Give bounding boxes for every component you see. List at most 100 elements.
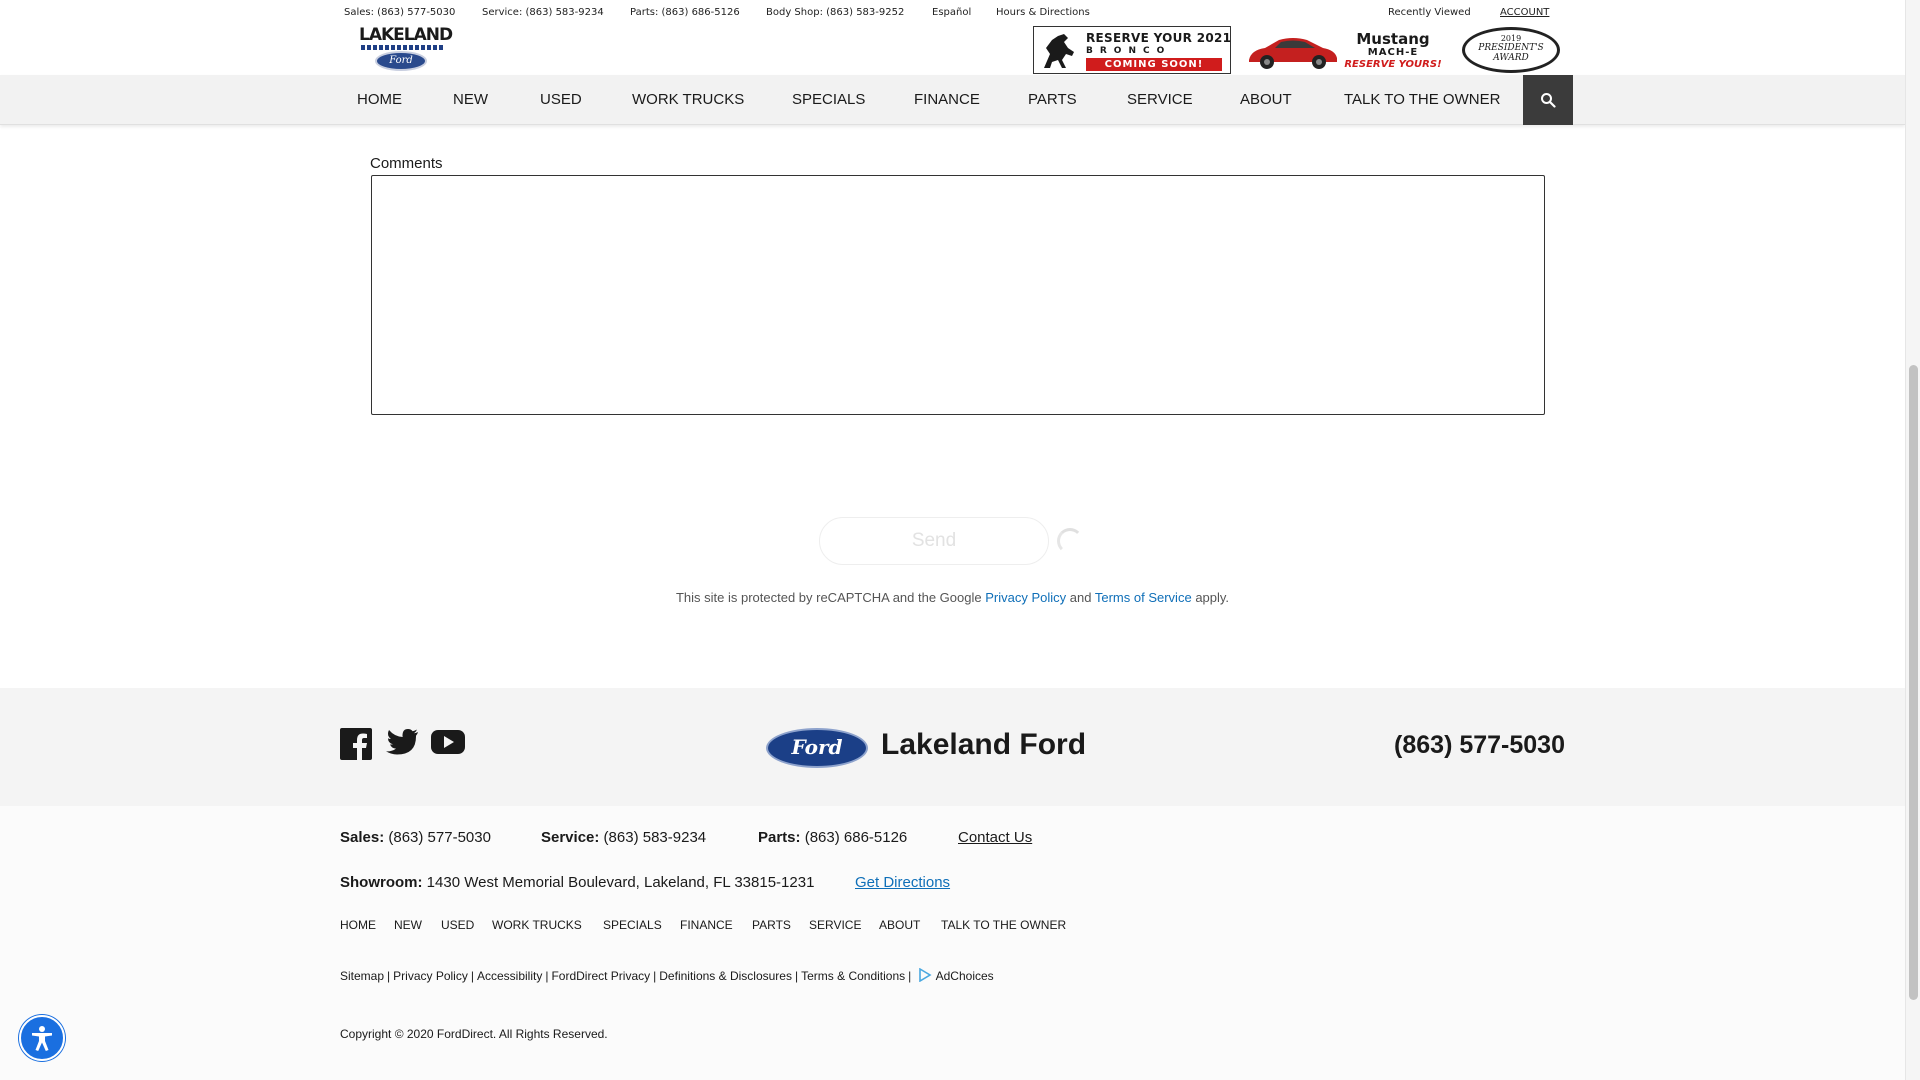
footer-sales-line[interactable]: Sales: (863) 577-5030 [340,829,491,846]
bronco-banner-line2: BRONCO [1086,46,1172,56]
nav-service[interactable]: SERVICE [1127,75,1193,125]
page-scrollbar[interactable] [1905,0,1920,1080]
comments-label: Comments [370,155,443,172]
account-link[interactable]: ACCOUNT [1500,7,1549,18]
footer-parts-phone[interactable]: (863) 686-5126 [805,829,908,846]
legal-separator: | [794,969,799,983]
footer-phone[interactable]: (863) 577-5030 [1394,731,1565,760]
legal-terms-link[interactable]: Terms & Conditions [801,969,905,983]
footer-showroom-label: Showroom: [340,874,423,891]
footer-service-label: Service: [541,829,600,846]
utility-hours-link[interactable]: Hours & Directions [996,7,1090,18]
footer-sales-phone[interactable]: (863) 577-5030 [388,829,491,846]
recaptcha-prefix: This site is protected by reCAPTCHA and … [675,590,982,605]
footer-ford-oval-logo: Ford [766,728,868,768]
footer-nav-talk-to-the-owner[interactable]: TALK TO THE OWNER [941,918,1066,932]
legal-separator: | [908,969,912,983]
nav-parts[interactable]: PARTS [1028,75,1077,125]
footer-nav-used[interactable]: USED [441,918,474,932]
accessibility-icon [32,1026,52,1051]
recaptcha-suffix: apply. [1195,590,1230,605]
bronco-banner[interactable]: RESERVE YOUR 2021 BRONCO COMING SOON! [1033,26,1231,74]
footer-nav-specials[interactable]: SPECIALS [603,918,662,932]
footer-nav-home[interactable]: HOME [340,918,376,932]
recaptcha-notice: This site is protected by reCAPTCHA and … [0,590,1905,605]
award-year: 2019 [1500,34,1522,43]
loading-spinner-icon [1057,528,1083,554]
footer-parts-label: Parts: [758,829,801,846]
footer-showroom-address: 1430 West Memorial Boulevard, Lakeland, … [426,874,815,891]
footer-nav-finance[interactable]: FINANCE [680,918,733,932]
utility-bar: Sales: (863) 577-5030 Service: (863) 583… [0,0,1905,25]
adchoices-link[interactable]: AdChoices [936,969,994,983]
legal-forddirect-privacy-link[interactable]: FordDirect Privacy [551,969,650,983]
recaptcha-and: and [1069,590,1092,605]
scrollbar-thumb[interactable] [1909,365,1918,1000]
legal-separator: | [470,969,474,983]
nav-about[interactable]: ABOUT [1240,75,1292,125]
nav-finance[interactable]: FINANCE [914,75,980,125]
adchoices-icon[interactable] [918,967,932,983]
award-line1: PRESIDENT'S [1478,43,1544,53]
bronco-banner-line3: COMING SOON! [1086,58,1222,71]
utility-sales-phone[interactable]: Sales: (863) 577-5030 [344,7,455,18]
search-button[interactable] [1523,75,1573,125]
nav-talk-to-the-owner[interactable]: TALK TO THE OWNER [1344,75,1500,125]
contact-us-link[interactable]: Contact Us [958,829,1032,846]
nav-specials[interactable]: SPECIALS [792,75,865,125]
legal-accessibility-link[interactable]: Accessibility [477,969,542,983]
mach-e-banner-subtitle: MACH-E [1367,47,1419,58]
footer-nav-service[interactable]: SERVICE [809,918,861,932]
footer-sales-label: Sales: [340,829,385,846]
mach-e-banner-cta: RESERVE YOURS! [1344,59,1442,70]
legal-sitemap-link[interactable]: Sitemap [340,969,384,983]
nav-work-trucks[interactable]: WORK TRUCKS [632,75,744,125]
copyright: Copyright © 2020 FordDirect. All Rights … [340,1027,608,1041]
main-nav: HOME NEW USED WORK TRUCKS SPECIALS FINAN… [0,75,1905,125]
ford-oval-logo: Ford [375,51,427,71]
nav-new[interactable]: NEW [453,75,488,125]
legal-privacy-link[interactable]: Privacy Policy [393,969,468,983]
footer-nav-about[interactable]: ABOUT [879,918,920,932]
footer-nav-work-trucks[interactable]: WORK TRUCKS [492,918,582,932]
bronco-horse-icon [1044,34,1074,68]
logo-stripe [361,45,445,50]
search-icon [1541,93,1556,108]
footer-showroom-line: Showroom: 1430 West Memorial Boulevard, … [340,874,814,891]
footer-service-line[interactable]: Service: (863) 583-9234 [541,829,706,846]
mach-e-banner-title: Mustang [1356,30,1430,48]
award-line2: AWARD [1493,53,1529,63]
legal-definitions-link[interactable]: Definitions & Disclosures [659,969,792,983]
footer-parts-line[interactable]: Parts: (863) 686-5126 [758,829,907,846]
twitter-icon[interactable] [385,728,419,758]
footer-nav-parts[interactable]: PARTS [752,918,791,932]
bronco-banner-line1: RESERVE YOUR 2021 [1086,31,1232,45]
nav-home[interactable]: HOME [357,75,402,125]
recaptcha-terms-link[interactable]: Terms of Service [1095,590,1192,605]
comments-textarea[interactable] [371,175,1545,415]
recaptcha-privacy-link[interactable]: Privacy Policy [985,590,1066,605]
legal-links: Sitemap | Privacy Policy | Accessibility | For… [340,967,994,983]
nav-used[interactable]: USED [540,75,582,125]
utility-body-shop-phone[interactable]: Body Shop: (863) 583-9252 [766,7,904,18]
footer-service-phone[interactable]: (863) 583-9234 [604,829,707,846]
utility-parts-phone[interactable]: Parts: (863) 686-5126 [630,7,740,18]
recently-viewed-link[interactable]: Recently Viewed [1388,7,1471,18]
send-button[interactable]: Send [819,517,1049,565]
footer-dealer-name: Lakeland Ford [881,728,1087,761]
mach-e-car-image [1249,38,1337,69]
presidents-award-badge: 2019 PRESIDENT'S AWARD [1462,27,1560,73]
facebook-icon[interactable] [340,728,372,760]
utility-service-phone[interactable]: Service: (863) 583-9234 [482,7,604,18]
utility-espanol-link[interactable]: Español [932,7,971,18]
mach-e-banner[interactable]: Mustang MACH-E RESERVE YOURS! [1245,26,1443,74]
legal-separator: | [387,969,391,983]
youtube-icon[interactable] [431,728,465,756]
legal-separator: | [653,969,657,983]
footer-nav-new[interactable]: NEW [394,918,422,932]
accessibility-button[interactable] [19,1015,65,1061]
logo-wordmark: LAKELAND [359,25,453,45]
dealer-logo[interactable]: LAKELAND Ford [357,25,453,73]
get-directions-link[interactable]: Get Directions [855,874,950,891]
footer-brand-band: Ford Lakeland Ford (863) 577-5030 [0,688,1905,806]
